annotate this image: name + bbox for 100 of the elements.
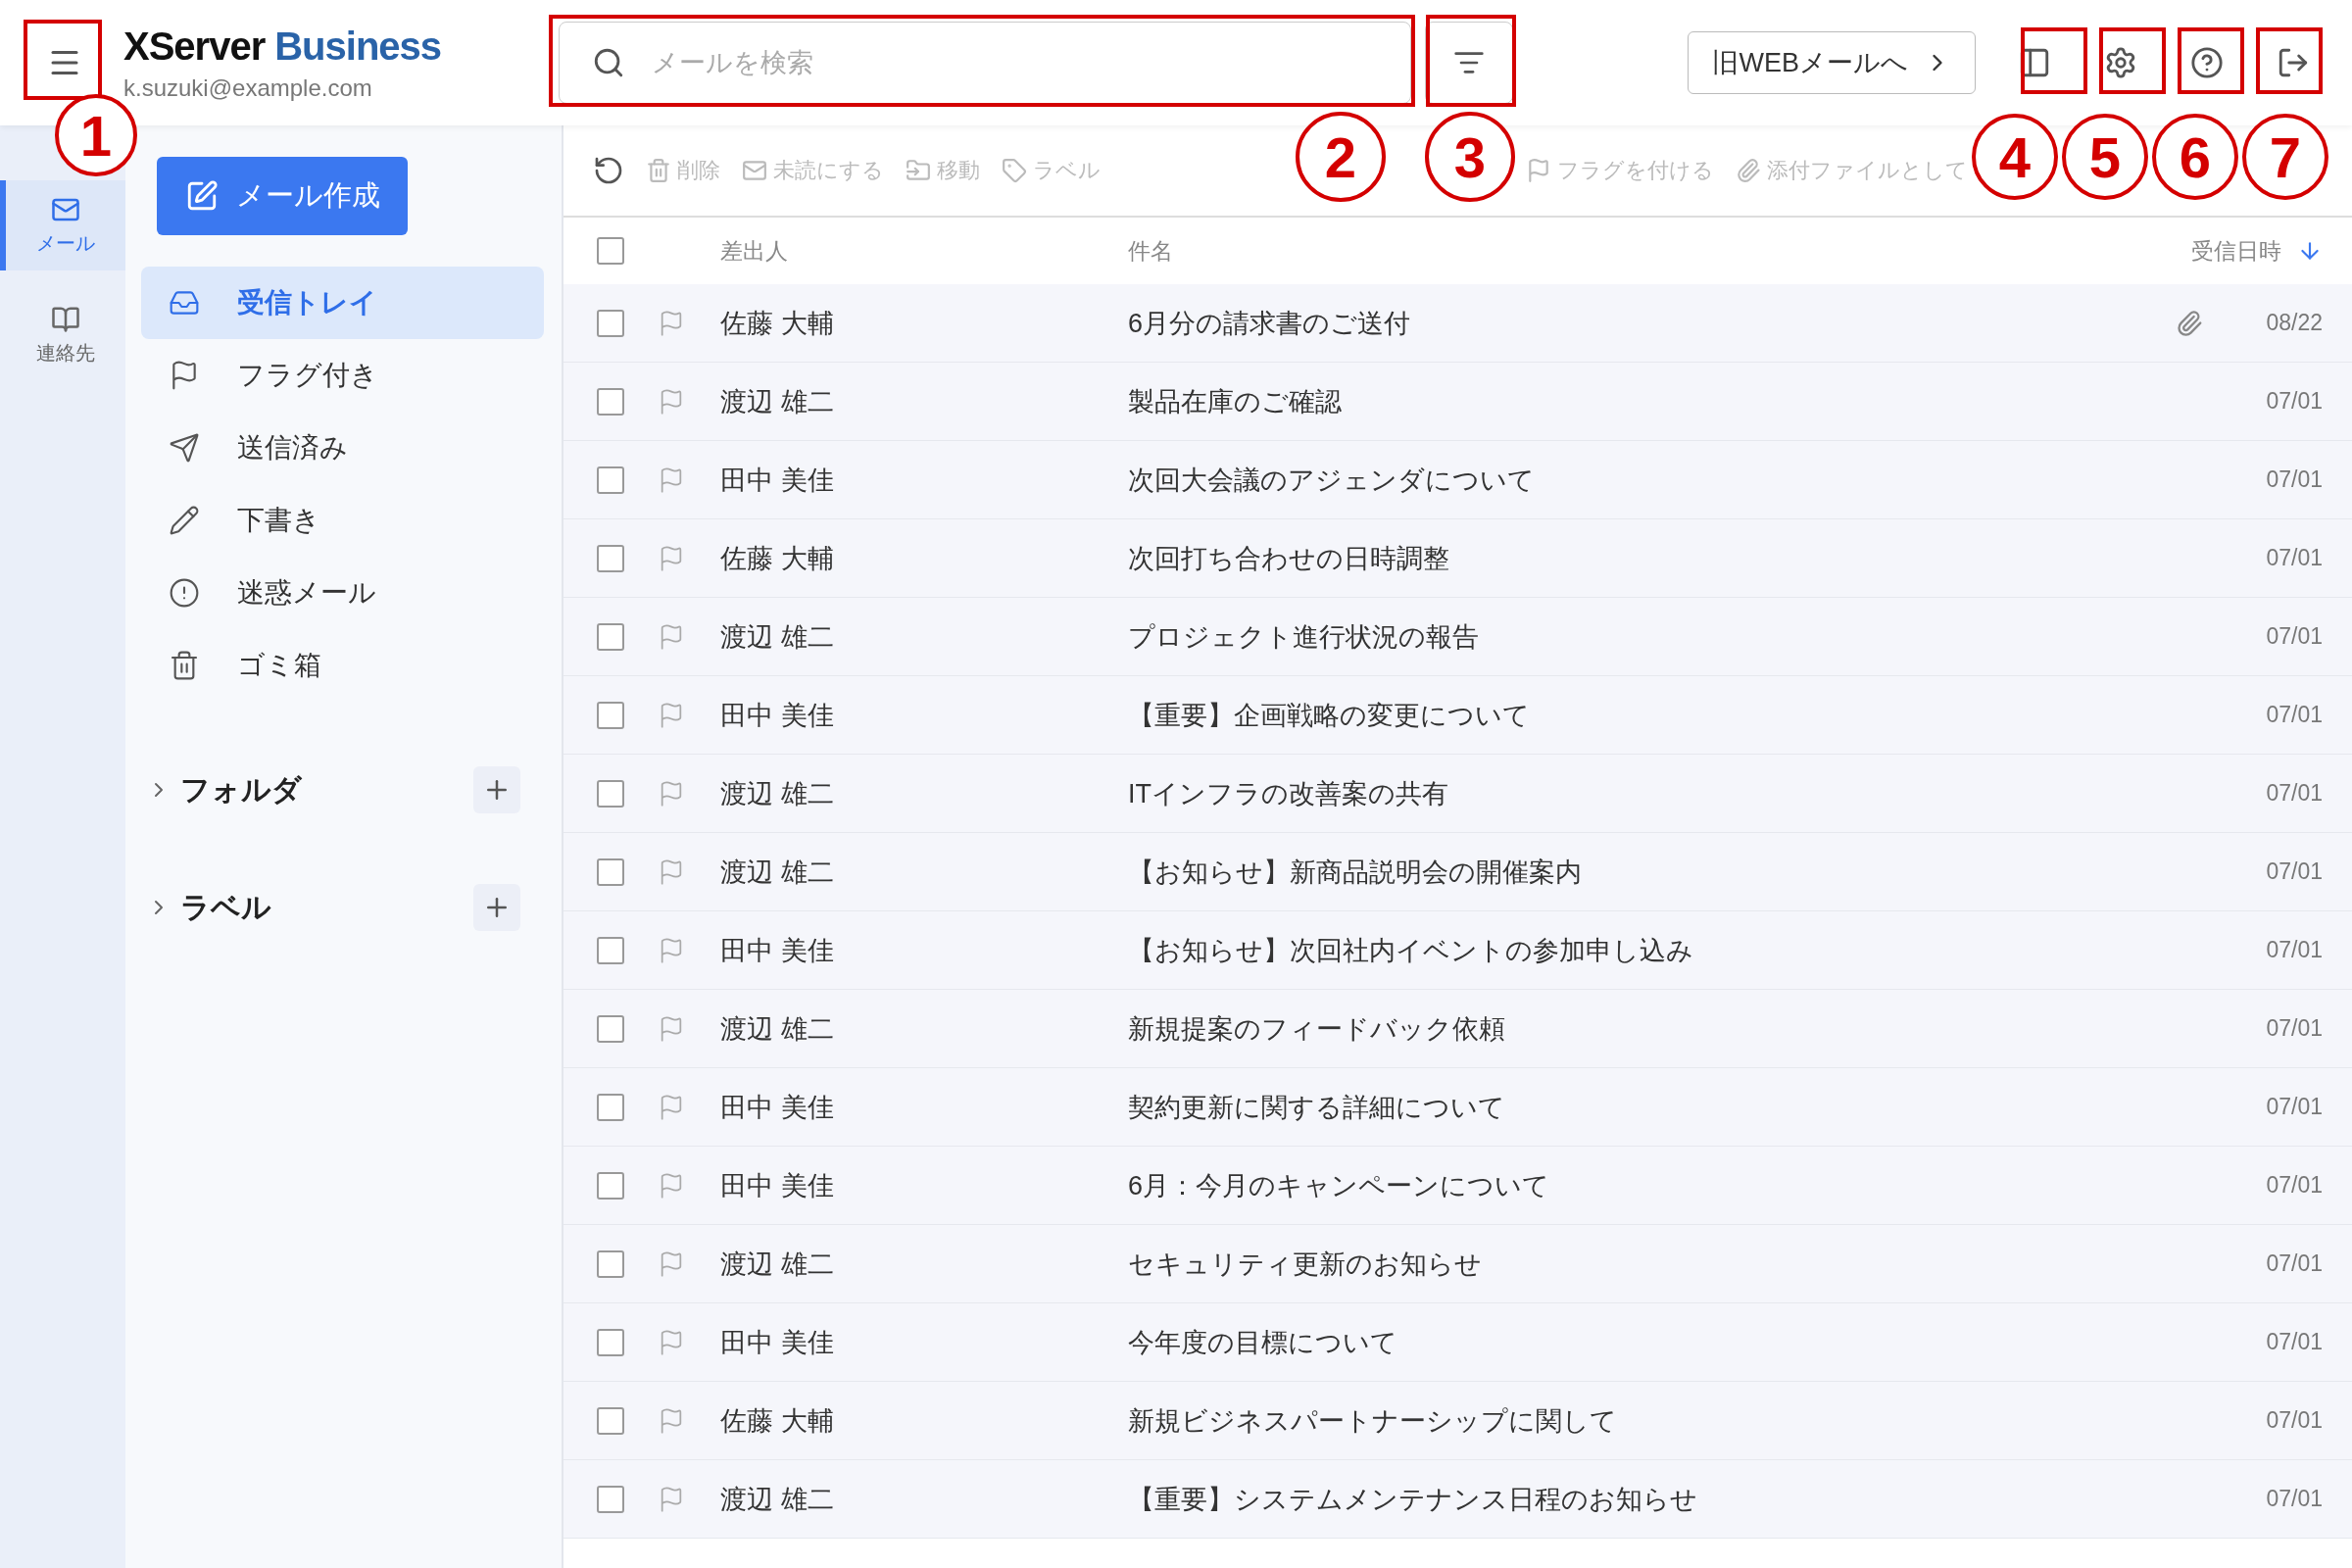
sender-text: 渡辺 雄二 xyxy=(720,621,834,652)
callout-number: 7 xyxy=(2242,114,2328,200)
row-checkbox[interactable] xyxy=(597,622,624,651)
mail-row[interactable]: 田中 美佳 6月：今月のキャンペーンについて 07/01 xyxy=(564,1147,2352,1225)
column-header[interactable]: 件名 xyxy=(1128,237,1173,264)
folder-item[interactable]: 受信トレイ xyxy=(141,267,544,339)
row-checkbox[interactable] xyxy=(597,544,624,572)
folder-icon xyxy=(906,158,931,183)
mail-row[interactable]: 田中 美佳 契約更新に関する詳細について 07/01 xyxy=(564,1068,2352,1147)
folder-item[interactable]: ゴミ箱 xyxy=(141,629,544,702)
refresh-icon[interactable] xyxy=(593,155,624,186)
row-checkbox[interactable] xyxy=(597,309,624,337)
callout-number: 2 xyxy=(1296,112,1386,202)
date-text: 07/01 xyxy=(2266,1486,2323,1511)
row-checkbox[interactable] xyxy=(597,1250,624,1278)
row-checkbox[interactable] xyxy=(597,701,624,729)
folder-item[interactable]: 送信済み xyxy=(141,412,544,484)
subject-text: 6月：今月のキャンペーンについて xyxy=(1128,1170,1550,1200)
mail-row[interactable]: 田中 美佳 【お知らせ】次回社内イベントの参加申し込み 07/01 xyxy=(564,911,2352,990)
mail-row[interactable]: 田中 美佳 次回大会議のアジェンダについて 07/01 xyxy=(564,441,2352,519)
subject-text: 次回大会議のアジェンダについて xyxy=(1128,465,1535,495)
sender-text: 渡辺 雄二 xyxy=(720,778,834,808)
date-text: 07/01 xyxy=(2266,1094,2323,1119)
mail-row[interactable]: 渡辺 雄二 プロジェクト進行状況の報告 07/01 xyxy=(564,598,2352,676)
date-text: 07/01 xyxy=(2266,466,2323,492)
sender-text: 佐藤 大輔 xyxy=(720,1405,834,1436)
callout-number: 6 xyxy=(2152,114,2238,200)
compose-button[interactable]: メール作成 xyxy=(157,157,408,235)
mail-row[interactable]: 渡辺 雄二 新規提案のフィードバック依頼 07/01 xyxy=(564,990,2352,1068)
rail-item[interactable]: 連絡先 xyxy=(0,290,125,380)
sender-text: 田中 美佳 xyxy=(720,1092,834,1122)
row-checkbox[interactable] xyxy=(597,466,624,494)
date-text: 07/01 xyxy=(2266,937,2323,962)
mail-row[interactable]: 田中 美佳 【重要】企画戦略の変更について 07/01 xyxy=(564,676,2352,755)
callout-number: 5 xyxy=(2062,114,2148,200)
column-header[interactable]: 受信日時 xyxy=(2191,235,2281,267)
row-checkbox[interactable] xyxy=(597,1093,624,1121)
subject-text: セキュリティ更新のお知らせ xyxy=(1128,1249,1482,1279)
add-button[interactable] xyxy=(473,884,520,931)
mail-row[interactable]: 田中 美佳 今年度の目標について 07/01 xyxy=(564,1303,2352,1382)
folder-item[interactable]: 迷惑メール xyxy=(141,557,544,629)
row-checkbox[interactable] xyxy=(597,387,624,416)
mail-row[interactable]: 渡辺 雄二 【重要】システムメンテナンス日程のお知らせ 07/01 xyxy=(564,1460,2352,1539)
envelope-icon xyxy=(742,158,767,183)
help-icon xyxy=(2190,46,2224,79)
mail-row[interactable]: 佐藤 大輔 新規ビジネスパートナーシップに関して 07/01 xyxy=(564,1382,2352,1460)
flag-icon xyxy=(1526,158,1551,183)
sender-text: 渡辺 雄二 xyxy=(720,1249,834,1279)
legacy-webmail-button[interactable]: 旧WEBメールへ xyxy=(1688,31,1976,94)
subject-text: 【お知らせ】次回社内イベントの参加申し込み xyxy=(1128,935,1693,965)
sender-text: 佐藤 大輔 xyxy=(720,543,834,573)
trash-icon xyxy=(169,650,200,681)
search-icon xyxy=(592,46,625,79)
settings-icon xyxy=(2104,46,2137,79)
column-header[interactable]: 差出人 xyxy=(720,237,788,264)
date-text: 07/01 xyxy=(2266,1015,2323,1041)
highlight-frame xyxy=(2099,27,2166,94)
sender-text: 渡辺 雄二 xyxy=(720,857,834,887)
subject-text: 【重要】システムメンテナンス日程のお知らせ xyxy=(1128,1484,1697,1514)
section-heading[interactable]: ラベル xyxy=(180,887,464,928)
subject-text: 【お知らせ】新商品説明会の開催案内 xyxy=(1128,857,1582,887)
mail-row[interactable]: 渡辺 雄二 製品在庫のご確認 07/01 xyxy=(564,363,2352,441)
callout-number: 4 xyxy=(1972,114,2058,200)
section-heading[interactable]: フォルダ xyxy=(180,769,464,810)
logout-icon xyxy=(2277,46,2310,79)
logo: XServer Business xyxy=(123,24,443,69)
row-checkbox[interactable] xyxy=(597,779,624,808)
row-checkbox[interactable] xyxy=(597,1328,624,1356)
row-checkbox[interactable] xyxy=(597,1014,624,1043)
subject-text: 次回打ち合わせの日時調整 xyxy=(1128,543,1449,573)
trash-icon xyxy=(646,158,671,183)
folder-item[interactable]: フラグ付き xyxy=(141,339,544,412)
row-checkbox[interactable] xyxy=(597,936,624,964)
subject-text: 今年度の目標について xyxy=(1128,1327,1397,1357)
subject-text: 新規提案のフィードバック依頼 xyxy=(1128,1013,1505,1044)
alert-icon xyxy=(169,577,200,609)
rail-item[interactable]: メール xyxy=(0,180,125,270)
date-text: 07/01 xyxy=(2266,1329,2323,1354)
select-all-checkbox[interactable] xyxy=(597,237,624,265)
search-field[interactable]: メールを検索 xyxy=(559,22,1411,104)
mail-row[interactable]: 渡辺 雄二 【お知らせ】新商品説明会の開催案内 07/01 xyxy=(564,833,2352,911)
mail-row[interactable]: 渡辺 雄二 セキュリティ更新のお知らせ 07/01 xyxy=(564,1225,2352,1303)
row-checkbox[interactable] xyxy=(597,1171,624,1200)
mail-row[interactable]: 渡辺 雄二 ITインフラの改善案の共有 07/01 xyxy=(564,755,2352,833)
add-button[interactable] xyxy=(473,766,520,813)
subject-text: ITインフラの改善案の共有 xyxy=(1128,778,1448,808)
folder-item[interactable]: 下書き xyxy=(141,484,544,557)
subject-text: プロジェクト進行状況の報告 xyxy=(1128,621,1479,652)
subject-text: 契約更新に関する詳細について xyxy=(1128,1092,1505,1122)
mail-row[interactable]: 佐藤 大輔 次回打ち合わせの日時調整 07/01 xyxy=(564,519,2352,598)
sender-text: 渡辺 雄二 xyxy=(720,386,834,416)
paperclip-icon xyxy=(1736,158,1761,183)
mail-row[interactable]: 佐藤 大輔 6月分の請求書のご送付 08/22 xyxy=(564,284,2352,363)
sender-text: 渡辺 雄二 xyxy=(720,1484,834,1514)
row-checkbox[interactable] xyxy=(597,1485,624,1513)
row-checkbox[interactable] xyxy=(597,858,624,886)
pencil-icon xyxy=(169,505,200,536)
date-text: 07/01 xyxy=(2266,702,2323,727)
date-text: 08/22 xyxy=(2266,310,2323,335)
row-checkbox[interactable] xyxy=(597,1406,624,1435)
